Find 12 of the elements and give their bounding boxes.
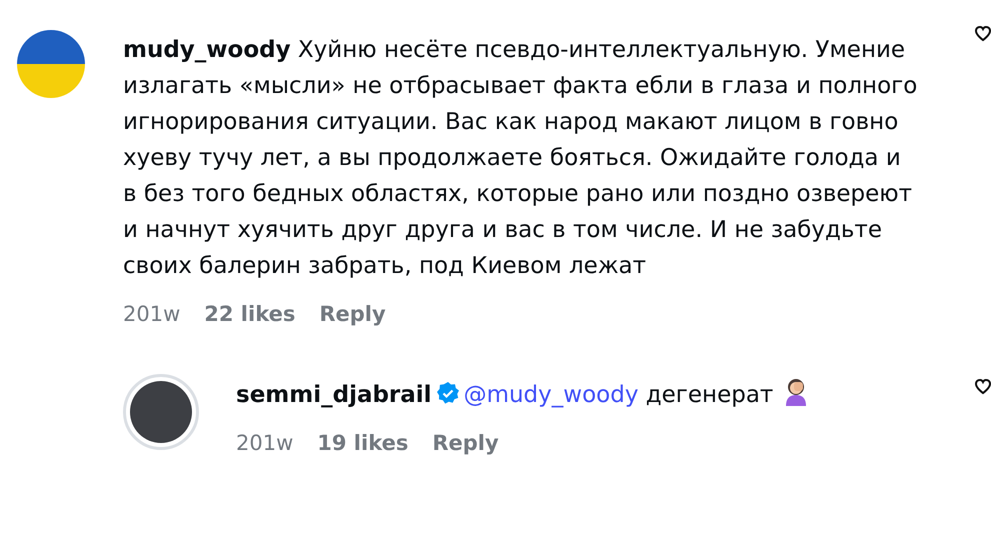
avatar[interactable] — [123, 374, 199, 450]
heart-icon[interactable] — [975, 378, 991, 396]
comment-text: mudy_woody Хуйню несёте псевдо-интеллектуальную. Умение излагать «мысли» не отбрасывает факта ебли в глаза и полного игнорирования ситуации. Вас как народ макают лицом в говно хуеву тучу лет, а вы продолжаете бояться. Ожидайте голода и в без того бедных областях, которые рано или поздно озвереют и начнут хуячить друг друга и вас в том числе. И не забудьте своих балерин забрать, под Киевом лежат — [123, 36, 918, 281]
reply-link[interactable]: Reply — [319, 302, 386, 326]
likes-link[interactable]: 22 likes — [204, 302, 296, 326]
comment-age: 201w — [236, 431, 294, 455]
comment-text: semmi_djabrail @mudy_woody дегенерат — [236, 376, 921, 413]
reply-link[interactable]: Reply — [432, 431, 499, 455]
comment-age: 201w — [123, 302, 180, 326]
photo-placeholder — [130, 381, 192, 443]
likes-link[interactable]: 19 likes — [317, 431, 408, 455]
heart-icon[interactable] — [975, 25, 991, 43]
